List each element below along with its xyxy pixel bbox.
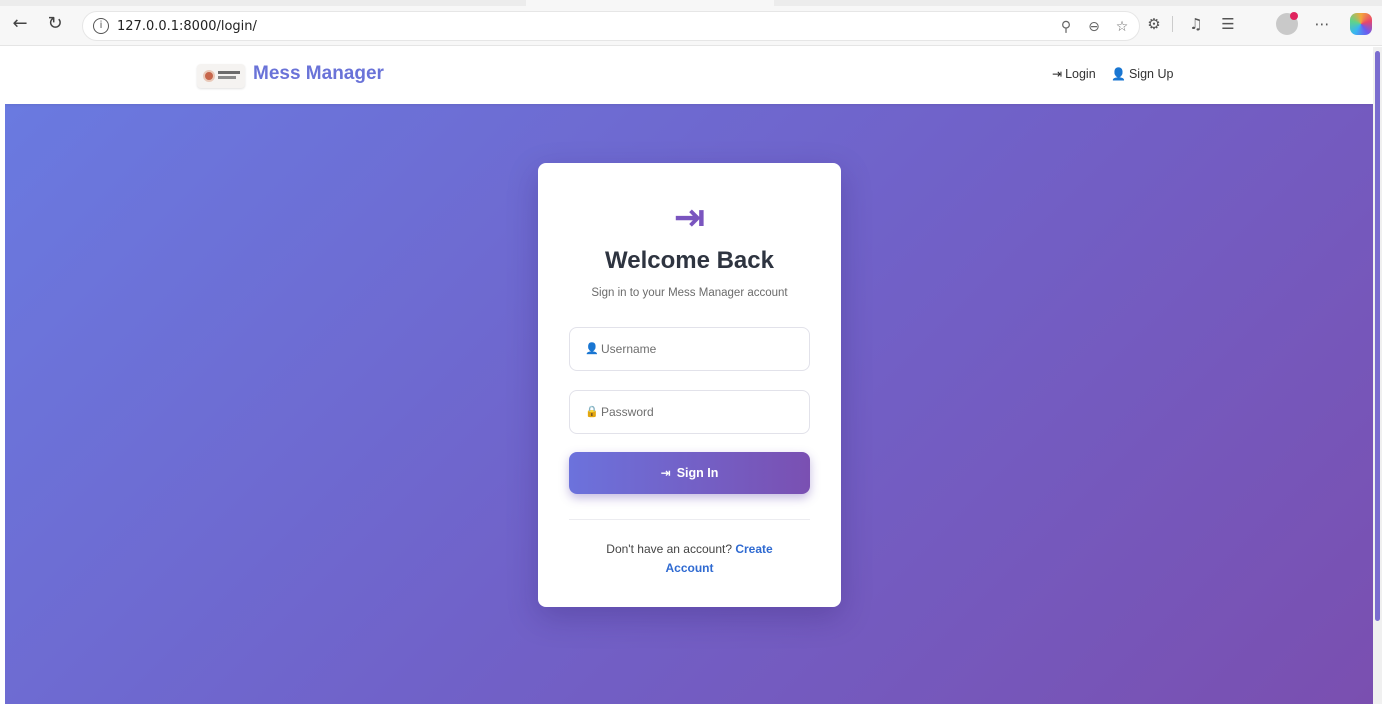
address-url[interactable]: 127.0.0.1:8000/login/ <box>117 19 257 34</box>
logo-wordmark <box>218 71 240 74</box>
zoom-icon[interactable]: ⊖ <box>1085 18 1103 36</box>
scrollbar-thumb[interactable] <box>1375 51 1380 621</box>
nav-signup-link[interactable]: 👤 Sign Up <box>1111 67 1173 81</box>
card-title: Welcome Back <box>605 247 774 274</box>
site-navbar: Mess Manager ⇥ Login 👤 Sign Up <box>5 47 1373 104</box>
sign-in-icon: ⇥ <box>1052 67 1063 81</box>
notification-dot <box>1290 12 1298 20</box>
hero-background: ⇥ Welcome Back Sign in to your Mess Mana… <box>5 104 1373 704</box>
copilot-icon[interactable] <box>1350 13 1372 35</box>
nav-login-link[interactable]: ⇥ Login <box>1052 67 1096 81</box>
page-scrollbar[interactable] <box>1373 47 1382 704</box>
divider <box>569 519 810 520</box>
nav-login-label: Login <box>1065 67 1096 81</box>
sign-in-icon: ⇥ <box>673 195 706 239</box>
refresh-icon[interactable]: ↻ <box>45 14 65 34</box>
brand-logo[interactable] <box>197 64 245 88</box>
back-icon[interactable]: ← <box>10 14 30 34</box>
toolbar-separator <box>1172 16 1173 32</box>
sign-in-icon: ⇥ <box>660 466 671 480</box>
more-menu-icon[interactable]: ⋯ <box>1312 14 1332 34</box>
username-input[interactable] <box>601 328 801 370</box>
browser-toolbar: ← ↻ i 127.0.0.1:8000/login/ ⚲ ⊖ ☆ ⚙ ♫ ☰ … <box>0 0 1382 46</box>
logo-emblem-icon <box>203 70 215 82</box>
password-input[interactable] <box>601 391 801 433</box>
sign-in-button[interactable]: ⇥ Sign In <box>569 452 810 494</box>
password-field[interactable]: 🔒 <box>569 390 810 434</box>
favorites-icon[interactable]: ☰ <box>1218 14 1238 34</box>
card-subtitle: Sign in to your Mess Manager account <box>591 287 788 299</box>
user-plus-icon: 👤 <box>1111 67 1126 81</box>
active-tab[interactable] <box>526 0 774 6</box>
extensions-icon[interactable]: ⚙ <box>1144 14 1164 34</box>
page-viewport: Mess Manager ⇥ Login 👤 Sign Up ⇥ Welcome… <box>5 47 1373 704</box>
media-icon[interactable]: ♫ <box>1186 14 1206 34</box>
address-bar[interactable]: i 127.0.0.1:8000/login/ ⚲ ⊖ ☆ <box>82 11 1140 41</box>
site-info-icon[interactable]: i <box>93 18 109 34</box>
sign-in-label: Sign In <box>676 466 719 480</box>
username-field[interactable]: 👤 <box>569 327 810 371</box>
user-icon: 👤 <box>585 342 599 355</box>
logo-wordmark-line <box>218 76 236 79</box>
brand-name[interactable]: Mess Manager <box>253 63 384 85</box>
tab-strip <box>0 0 1382 6</box>
favorite-star-icon[interactable]: ☆ <box>1113 18 1131 36</box>
nav-signup-label: Sign Up <box>1128 67 1174 81</box>
lock-icon: 🔒 <box>585 405 599 418</box>
password-key-icon[interactable]: ⚲ <box>1057 18 1075 36</box>
signup-prompt: Don't have an account? Create Account <box>584 540 795 578</box>
signup-prompt-text: Don't have an account? <box>606 542 736 556</box>
login-card: ⇥ Welcome Back Sign in to your Mess Mana… <box>538 163 841 607</box>
